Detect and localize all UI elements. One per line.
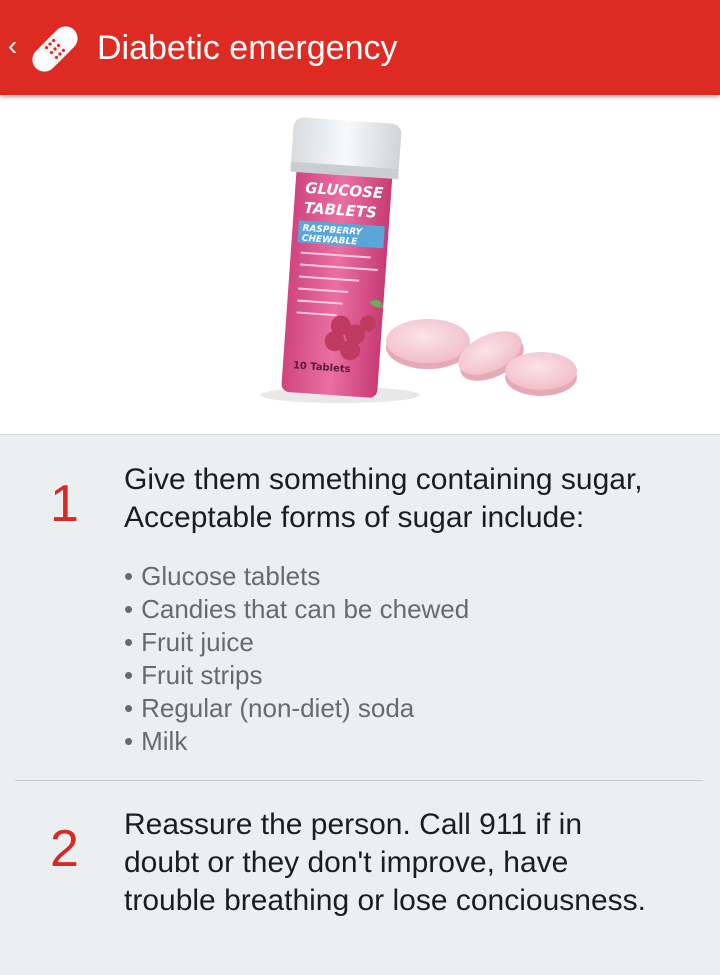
step-instruction: Give them something containing sugar, Ac… [124,463,643,534]
glucose-tablets-illustration: GLUCOSE TABLETS RASPBERRY CHEWABLE 10 Ta… [260,117,577,403]
hero-image: GLUCOSE TABLETS RASPBERRY CHEWABLE 10 Ta… [0,95,720,435]
list-item: Regular (non-diet) soda [124,692,684,725]
list-item: Milk [124,725,684,758]
glucose-tablet [386,319,470,369]
list-item: Glucose tablets [124,560,684,593]
glucose-tablet [505,352,577,396]
sugar-forms-list: Glucose tablets Candies that can be chew… [124,560,684,758]
step-instruction: Reassure the person. Call 911 if in doub… [124,808,646,917]
step-number: 2 [50,820,79,878]
bandage-icon[interactable] [24,18,86,80]
step-number: 1 [50,475,79,533]
list-item: Fruit juice [124,626,684,659]
back-chevron-icon[interactable]: ‹ [8,30,22,62]
list-item: Candies that can be chewed [124,593,684,626]
app-bar: ‹ Diabetic emergency [0,0,720,95]
page-title: Diabetic emergency [97,29,398,67]
divider [15,780,703,781]
list-item: Fruit strips [124,659,684,692]
